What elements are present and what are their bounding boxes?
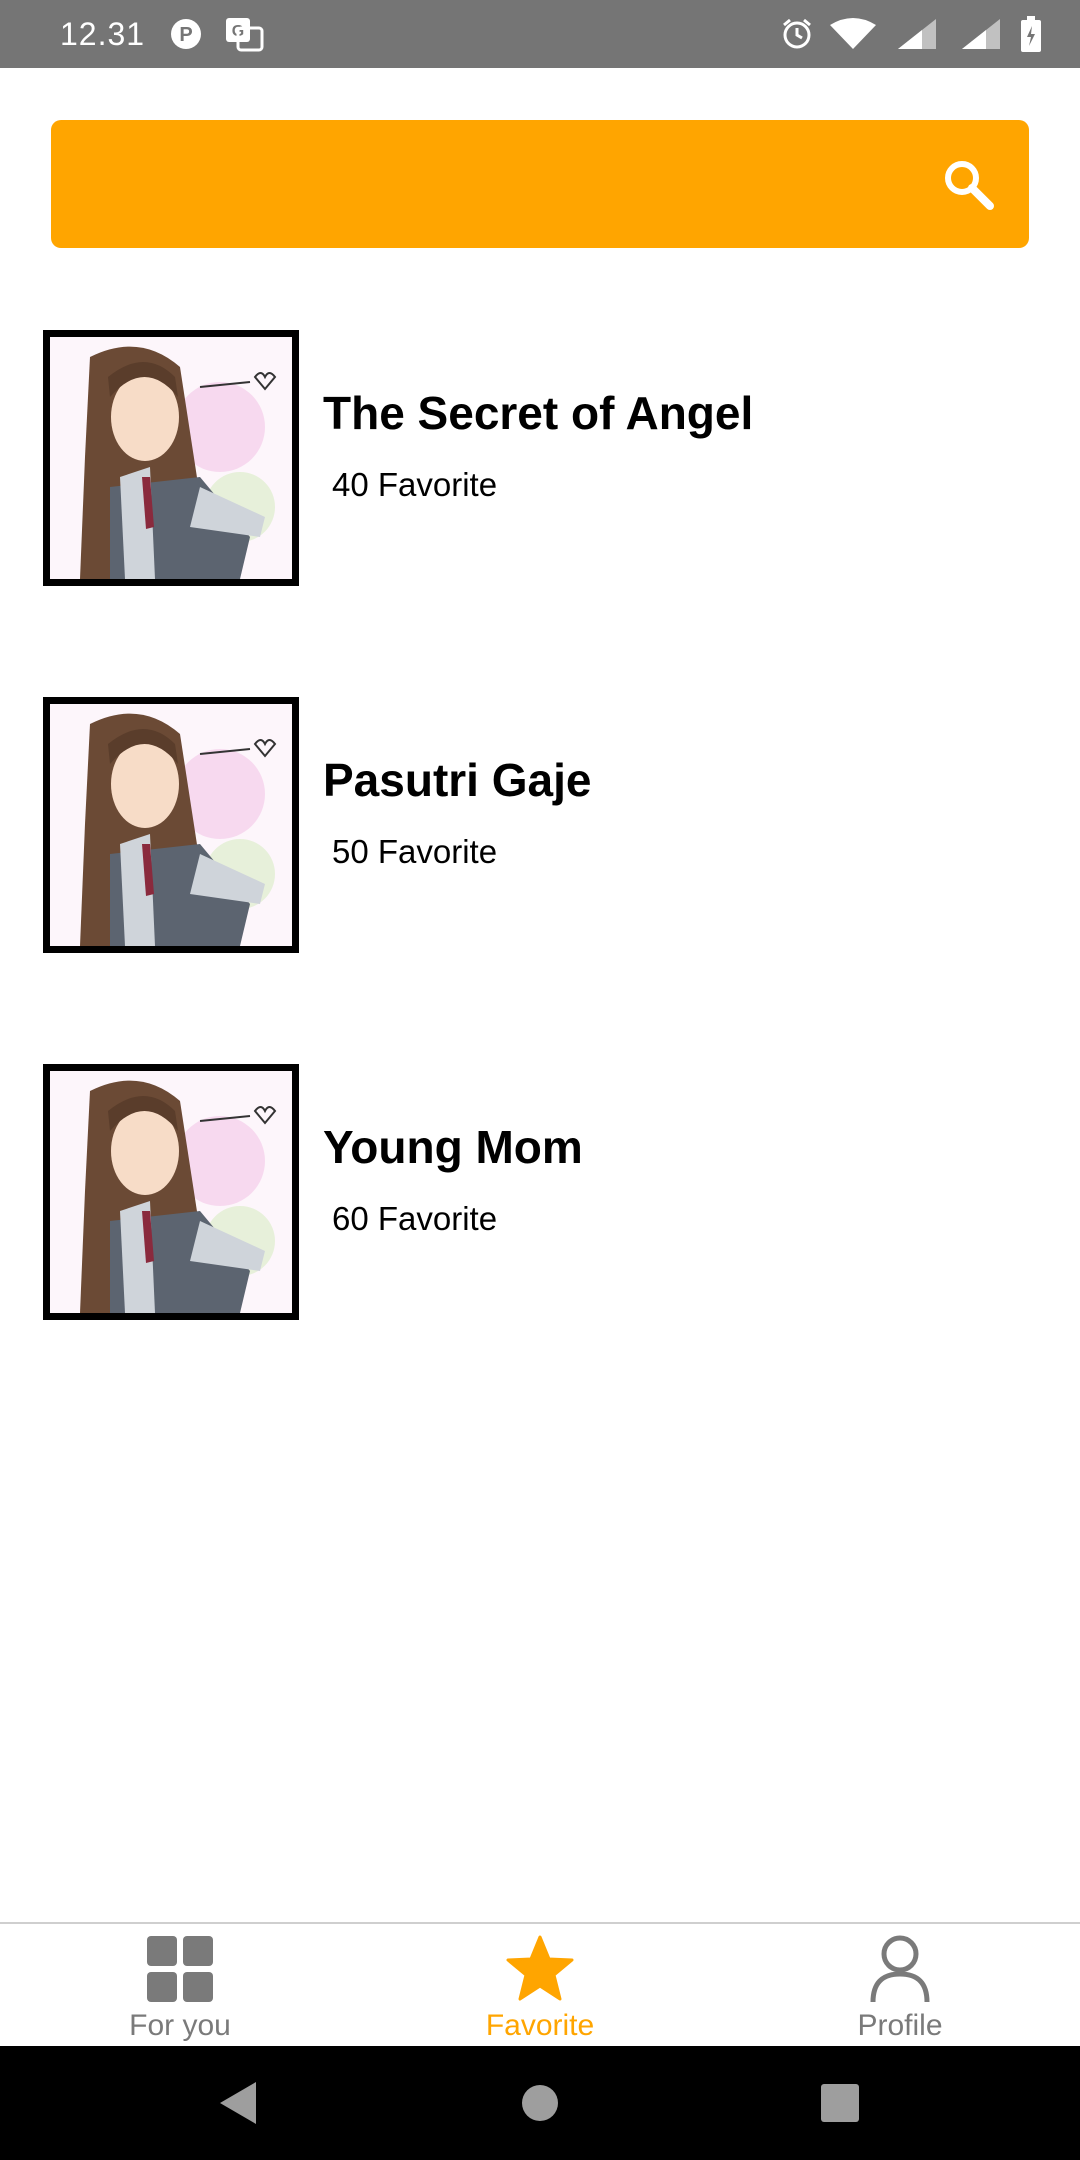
nav-item-favorite[interactable]: Favorite <box>360 1924 720 2048</box>
translate-icon: G <box>224 16 264 52</box>
status-bar: 12.31 P G <box>0 0 1080 68</box>
comic-cover-image[interactable] <box>43 1064 299 1320</box>
status-left-icons: P G <box>170 14 264 54</box>
nav-item-profile[interactable]: Profile <box>720 1924 1080 2048</box>
battery-icon <box>1020 16 1042 52</box>
list-item[interactable]: Young Mom 60 Favorite <box>0 1064 1080 1320</box>
list-item[interactable]: The Secret of Angel 40 Favorite <box>0 330 1080 586</box>
search-bar[interactable] <box>51 120 1029 248</box>
svg-text:P: P <box>179 24 192 46</box>
comic-cover-image[interactable] <box>43 697 299 953</box>
comic-cover-image[interactable] <box>43 330 299 586</box>
alarm-icon <box>780 17 814 51</box>
favorite-count: 60 Favorite <box>332 1200 498 1237</box>
favorite-count: 50 Favorite <box>332 833 498 870</box>
star-icon <box>506 1935 574 2001</box>
back-icon[interactable] <box>210 2076 264 2130</box>
bottom-nav: For you Favorite Profile <box>0 1922 1080 2046</box>
nav-label: Profile <box>857 2009 943 2042</box>
grid-icon <box>147 1936 213 2002</box>
wifi-icon <box>828 17 878 51</box>
status-time: 12.31 <box>60 16 146 52</box>
comic-title[interactable]: Pasutri Gaje <box>323 753 591 807</box>
search-icon[interactable] <box>942 158 994 210</box>
nav-label: For you <box>129 2009 231 2042</box>
system-nav-bar <box>0 2046 1080 2160</box>
nav-label: Favorite <box>485 2009 595 2042</box>
status-right-icons <box>780 14 1042 54</box>
signal-icon <box>892 17 942 51</box>
recents-icon[interactable] <box>813 2076 867 2130</box>
home-icon[interactable] <box>513 2076 567 2130</box>
favorite-count: 40 Favorite <box>332 466 498 503</box>
person-icon <box>870 1935 930 2003</box>
p-app-icon: P <box>170 18 202 50</box>
list-item[interactable]: Pasutri Gaje 50 Favorite <box>0 697 1080 953</box>
signal-icon <box>956 17 1006 51</box>
comic-title[interactable]: The Secret of Angel <box>323 386 753 440</box>
nav-item-for-you[interactable]: For you <box>0 1924 360 2048</box>
comic-title[interactable]: Young Mom <box>323 1120 583 1174</box>
